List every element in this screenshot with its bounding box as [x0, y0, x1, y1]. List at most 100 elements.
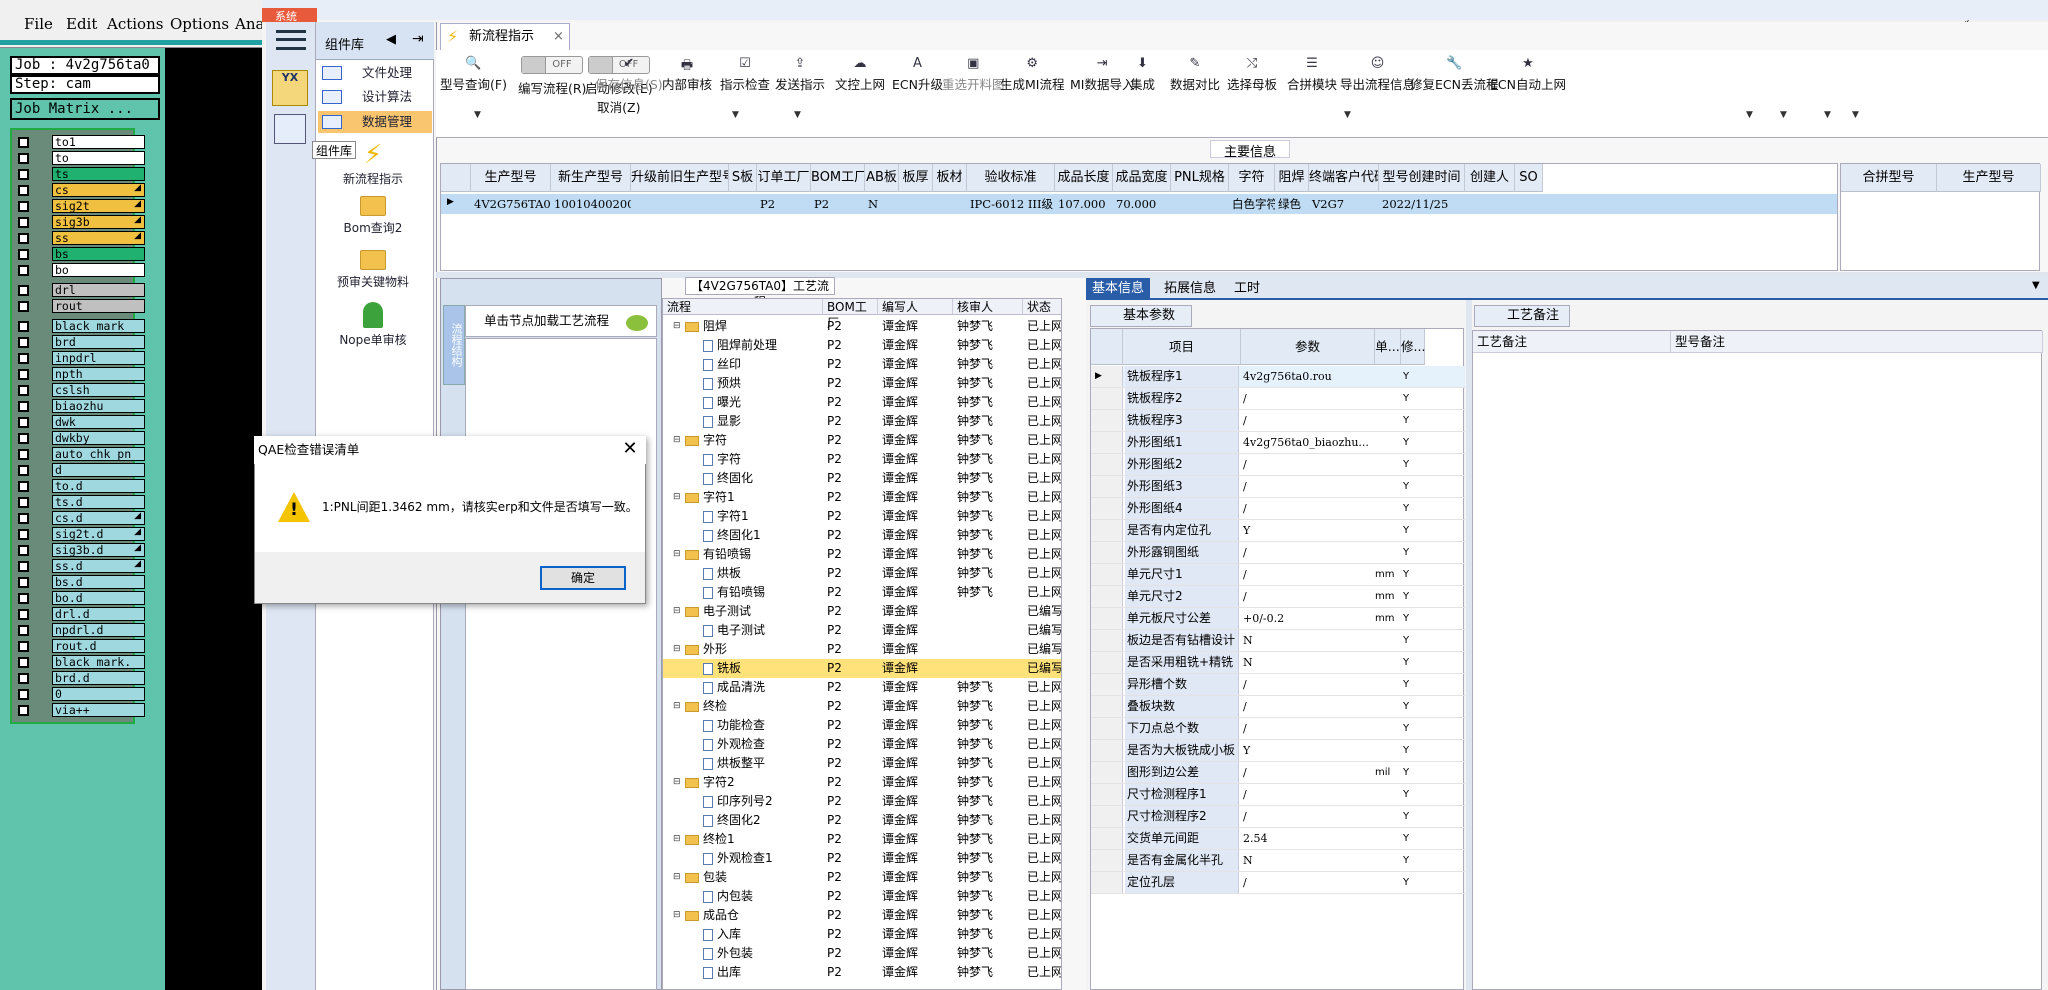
layer-checkbox[interactable]	[18, 369, 29, 380]
layer-checkbox[interactable]	[18, 265, 29, 276]
layer-checkbox[interactable]	[18, 497, 29, 508]
param-row[interactable]: 定位孔层 / Y	[1091, 872, 1465, 894]
tree-row[interactable]: 预烘 P2 谭金辉 钟梦飞 已上网	[663, 374, 1061, 393]
param-value[interactable]: /	[1243, 476, 1379, 497]
menu-actions[interactable]: Actions	[107, 15, 163, 33]
param-row[interactable]: 外形图纸1 4v2g756ta0_biaozhu... Y	[1091, 432, 1465, 454]
menu-options[interactable]: Options	[170, 15, 229, 33]
main-col-header[interactable]: PNL规格	[1171, 164, 1229, 192]
tree-row[interactable]: ⊟ 终检 P2 谭金辉 钟梦飞 已上网	[663, 697, 1061, 716]
main-col-header[interactable]: 板材	[933, 164, 967, 192]
layer-row[interactable]: brd	[15, 335, 145, 350]
layer-checkbox[interactable]	[18, 705, 29, 716]
tree-row[interactable]: 功能检查 P2 谭金辉 钟梦飞 已上网	[663, 716, 1061, 735]
layer-row[interactable]: bo.d	[15, 591, 145, 606]
main-col-header[interactable]: 型号创建时间	[1379, 164, 1465, 192]
merge-col-header[interactable]: 合拼型号	[1841, 164, 1937, 192]
toolbar-button[interactable]: 🔧 修复ECN丢流程	[1410, 56, 1498, 93]
pin-icon[interactable]: ⇥	[412, 31, 424, 47]
param-value[interactable]: /	[1243, 762, 1379, 783]
tree-row[interactable]: 外观检查 P2 谭金辉 钟梦飞 已上网	[663, 735, 1061, 754]
param-value[interactable]: Y	[1243, 520, 1379, 541]
layer-row[interactable]: npth	[15, 367, 145, 382]
chevron-down-icon[interactable]: ▼	[474, 110, 481, 120]
layer-checkbox[interactable]	[18, 561, 29, 572]
tree-row[interactable]: 成品清洗 P2 谭金辉 钟梦飞 已上网	[663, 678, 1061, 697]
layer-checkbox[interactable]	[18, 301, 29, 312]
main-cell[interactable]: 绿色	[1275, 194, 1309, 214]
toolbar-button[interactable]: ⬇ 集成	[1130, 56, 1155, 93]
tree-row[interactable]: 终固化1 P2 谭金辉 钟梦飞 已上网	[663, 526, 1061, 545]
new-flow-shortcut[interactable]: ⚡ 新流程指示	[323, 140, 423, 187]
layer-checkbox[interactable]	[18, 337, 29, 348]
tree-col-header[interactable]: 编写人	[878, 299, 953, 315]
layer-row[interactable]: ss ◢	[15, 231, 145, 246]
job-matrix-button[interactable]: Job Matrix ...	[10, 98, 160, 120]
layer-row[interactable]: inpdrl	[15, 351, 145, 366]
layer-row[interactable]: d	[15, 463, 145, 478]
layer-row[interactable]: brd.d	[15, 671, 145, 686]
param-row[interactable]: 是否为大板铣成小板 Y Y	[1091, 740, 1465, 762]
param-value[interactable]: /	[1243, 410, 1379, 431]
complib-file-processing[interactable]: 文件处理	[318, 62, 432, 84]
layer-checkbox[interactable]	[18, 433, 29, 444]
chevron-down-icon[interactable]: ▼	[1852, 110, 1859, 120]
layer-row[interactable]: sig3b.d ◢	[15, 543, 145, 558]
layer-row[interactable]: biaozhu	[15, 399, 145, 414]
tree-expander[interactable]: ⊟	[673, 868, 681, 887]
tree-row[interactable]: 外观检查1 P2 谭金辉 钟梦飞 已上网	[663, 849, 1061, 868]
layer-checkbox[interactable]	[18, 529, 29, 540]
toolbar-button[interactable]: ☑ 指示检查	[720, 56, 770, 93]
tab-work-hours[interactable]: 工时	[1228, 278, 1266, 300]
main-col-header[interactable]: 升级前旧生产型号	[631, 164, 729, 192]
param-row[interactable]: 外形露铜图纸 / Y	[1091, 542, 1465, 564]
param-value[interactable]: /	[1243, 498, 1379, 519]
toolbar-button[interactable]: ✎ 数据对比	[1170, 56, 1220, 93]
param-row[interactable]: 外形图纸2/ Y	[1091, 454, 1465, 476]
layer-checkbox[interactable]	[18, 641, 29, 652]
layer-row[interactable]: sig2t.d ◢	[15, 527, 145, 542]
tree-row[interactable]: ⊟ 包装 P2 谭金辉 钟梦飞 已上网	[663, 868, 1061, 887]
param-value[interactable]: /	[1243, 718, 1379, 739]
layer-row[interactable]: cs.d ◢	[15, 511, 145, 526]
param-value[interactable]: +0/-0.2	[1243, 608, 1379, 629]
tree-row[interactable]: 印序列号2 P2 谭金辉 钟梦飞 已上网	[663, 792, 1061, 811]
tree-row[interactable]: 终固化2 P2 谭金辉 钟梦飞 已上网	[663, 811, 1061, 830]
param-row[interactable]: ▶ 铣板程序1 4v2g756ta0.rou Y	[1091, 366, 1465, 388]
main-data-row[interactable]: ▶4V2G756TA010010400200545P2P2NIPC-6012 I…	[441, 194, 1837, 214]
chevron-down-icon[interactable]: ▼	[794, 110, 801, 120]
toolbar-button[interactable]: ★ ECN自动上网	[1490, 56, 1566, 93]
yx-app-icon[interactable]: YX	[272, 70, 308, 106]
layer-checkbox[interactable]	[18, 673, 29, 684]
main-col-header[interactable]: 订单工厂	[757, 164, 811, 192]
tree-expander[interactable]: ⊟	[673, 773, 681, 792]
tree-row[interactable]: 有铅喷锡 P2 谭金辉 钟梦飞 已上网	[663, 583, 1061, 602]
calendar-icon[interactable]	[274, 114, 306, 144]
param-row[interactable]: 单元板尺寸公差 +0/-0.2 mm Y	[1091, 608, 1465, 630]
param-value[interactable]: /	[1243, 872, 1379, 893]
tree-row[interactable]: ⊟ 终检1 P2 谭金辉 钟梦飞 已上网	[663, 830, 1061, 849]
param-value[interactable]: /	[1243, 454, 1379, 475]
param-row[interactable]: 铣板程序3/ Y	[1091, 410, 1465, 432]
layer-row[interactable]: auto_chk_pn	[15, 447, 145, 462]
tree-expander[interactable]: ⊟	[673, 640, 681, 659]
param-col-header[interactable]: 项目	[1123, 329, 1241, 365]
layer-checkbox[interactable]	[18, 593, 29, 604]
param-value[interactable]: /	[1243, 674, 1379, 695]
toggle-switch[interactable]: OFF	[521, 56, 584, 74]
menu-edit[interactable]: Edit	[66, 15, 97, 33]
layer-row[interactable]: rout	[15, 299, 145, 314]
tree-row[interactable]: 显影 P2 谭金辉 钟梦飞 已上网	[663, 412, 1061, 431]
tree-expander[interactable]: ⊟	[673, 545, 681, 564]
toolbar-button[interactable]: 🔍 型号查询(F)	[440, 56, 507, 93]
tree-row[interactable]: 电子测试 P2 谭金辉 已编写	[663, 621, 1061, 640]
param-value[interactable]: Y	[1243, 740, 1379, 761]
toolbar-button[interactable]: ☁ 文控上网	[835, 56, 885, 93]
layer-checkbox[interactable]	[18, 217, 29, 228]
complib-design-algorithm[interactable]: 设计算法	[318, 86, 432, 108]
memo-col-header[interactable]: 型号备注	[1671, 331, 2043, 353]
chevron-down-icon[interactable]: ▼	[1344, 110, 1351, 120]
layer-checkbox[interactable]	[18, 545, 29, 556]
layer-row[interactable]: bs	[15, 247, 145, 262]
main-cell[interactable]: N	[865, 194, 899, 214]
